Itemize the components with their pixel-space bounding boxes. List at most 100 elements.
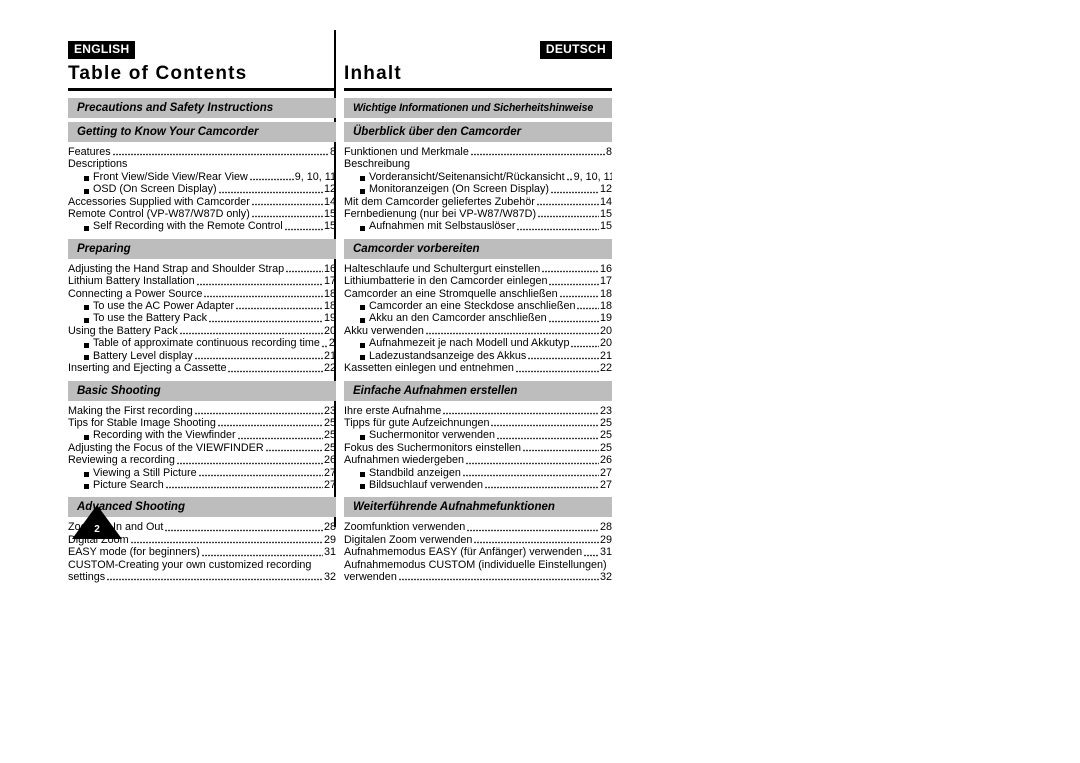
toc-entry[interactable]: Self Recording with the Remote Control 15 [68,220,336,232]
toc-entry[interactable]: Connecting a Power Source 18 [68,288,336,300]
toc-entry[interactable]: To use the AC Power Adapter 18 [68,300,336,312]
toc-entry-page-number: 16 [323,262,336,275]
toc-entry[interactable]: Vorderansicht/Seitenansicht/Rückansicht 9… [344,171,612,183]
dot-leader [107,572,323,582]
dot-leader [538,209,599,219]
toc-entry[interactable]: Funktionen und Merkmale 8 [344,146,612,158]
section-heading: Precautions and Safety Instructions [68,98,336,118]
english-title-rule [68,88,336,91]
square-bullet-icon [84,484,89,490]
german-column: DEUTSCH Inhalt Wichtige Informationen un… [344,40,612,589]
toc-entry[interactable]: Mit dem Camcorder geliefertes Zubehör 14 [344,196,612,208]
toc-entry[interactable]: Ladezustandsanzeige des Akkus 21 [344,350,612,362]
toc-entry-list: Making the First recording 23 Tips for Sta… [68,405,336,492]
toc-entry-label: Descriptions [68,158,128,171]
dot-leader [584,547,599,557]
dot-leader [470,147,605,157]
toc-entry[interactable]: Ihre erste Aufnahme 23 [344,405,612,417]
toc-entry[interactable]: OSD (On Screen Display) 12 [68,183,336,195]
toc-entry[interactable]: Fokus des Suchermonitors einstellen 25 [344,442,612,454]
toc-entry[interactable]: verwenden 32 [344,571,612,583]
toc-entry[interactable]: Descriptions [68,158,336,170]
toc-entry-label: Connecting a Power Source [68,287,203,300]
german-page-title: Inhalt [344,63,402,84]
toc-entry[interactable]: Lithium Battery Installation 17 [68,275,336,287]
dot-leader [491,418,599,428]
toc-entry[interactable]: Recording with the Viewfinder 25 [68,429,336,441]
toc-entry-page-number: 23 [599,404,612,417]
toc-entry[interactable]: Adjusting the Focus of the VIEWFINDER 25 [68,442,336,454]
toc-entry[interactable]: Zoomfunktion verwenden 28 [344,521,612,533]
toc-entry-label: To use the Battery Pack [93,312,208,325]
toc-entry[interactable]: Tipps für gute Aufzeichnungen 25 [344,417,612,429]
toc-entry-label: Kassetten einlegen und entnehmen [344,362,514,375]
toc-entry[interactable]: Akku an den Camcorder anschließen 19 [344,312,612,324]
square-bullet-icon [84,355,89,361]
toc-entry[interactable]: Akku verwenden 20 [344,325,612,337]
toc-entry-label: Camcorder an eine Steckdose anschließen [369,300,576,313]
toc-entry[interactable]: Aufnahmen wiedergeben 26 [344,454,612,466]
toc-entry[interactable]: Reviewing a recording 26 [68,454,336,466]
dot-leader [165,480,323,490]
toc-entry-label: Aufnahmemodus CUSTOM (individuelle Einst… [344,558,607,571]
dot-leader [523,443,599,453]
toc-entry[interactable]: Monitoranzeigen (On Screen Display) 12 [344,183,612,195]
german-language-badge-row: DEUTSCH [344,40,612,59]
dot-leader [237,430,323,440]
toc-entry-page-number: 12 [323,183,336,196]
toc-entry[interactable]: Bildsuchlauf verwenden 27 [344,479,612,491]
toc-entry-label: Tips for Stable Image Shooting [68,416,216,429]
toc-entry[interactable]: Aufnahmen mit Selbstauslöser 15 [344,220,612,232]
toc-entry[interactable]: Viewing a Still Picture 27 [68,467,336,479]
toc-entry-label: To use the AC Power Adapter [93,300,235,313]
toc-entry[interactable]: Standbild anzeigen 27 [344,467,612,479]
toc-entry-page-number: 18 [323,300,336,313]
dot-leader [609,560,612,569]
square-bullet-icon [360,176,365,182]
toc-entry[interactable]: Picture Search 27 [68,479,336,491]
toc-entry[interactable]: Remote Control (VP-W87/W87D only) 15 [68,208,336,220]
toc-entry[interactable]: Tips for Stable Image Shooting 25 [68,417,336,429]
toc-entry-label: CUSTOM-Creating your own customized reco… [68,558,312,571]
toc-entry[interactable]: Features 8 [68,146,336,158]
toc-entry-page-number: 26 [323,454,336,467]
toc-entry[interactable]: Using the Battery Pack 20 [68,325,336,337]
toc-entry[interactable]: CUSTOM-Creating your own customized reco… [68,559,336,571]
toc-entry-page-number: 25 [599,441,612,454]
toc-entry[interactable]: Kassetten einlegen und entnehmen 22 [344,362,612,374]
toc-entry-page-number: 22 [323,362,336,375]
dot-leader [571,338,599,348]
square-bullet-icon [360,305,365,311]
toc-entry[interactable]: Suchermonitor verwenden 25 [344,429,612,441]
square-bullet-icon [84,342,89,348]
toc-entry[interactable]: Fernbedienung (nur bei VP-W87/W87D) 15 [344,208,612,220]
toc-entry[interactable]: Table of approximate continuous recordin… [68,337,336,349]
toc-entry-page-number: 32 [323,570,336,583]
toc-entry[interactable]: Beschreibung [344,158,612,170]
toc-entry[interactable]: Aufnahmemodus EASY (für Anfänger) verwen… [344,546,612,558]
toc-entry[interactable]: Aufnahmezeit je nach Modell und Akkutyp 2… [344,337,612,349]
toc-entry-label: Fokus des Suchermonitors einstellen [344,441,522,454]
toc-entry[interactable]: To use the Battery Pack 19 [68,312,336,324]
toc-entry[interactable]: Battery Level display 21 [68,350,336,362]
toc-entry[interactable]: Adjusting the Hand Strap and Shoulder St… [68,263,336,275]
toc-entry[interactable]: Camcorder an eine Steckdose anschließen 1… [344,300,612,312]
toc-entry[interactable]: Camcorder an eine Stromquelle anschließe… [344,288,612,300]
toc-entry[interactable]: settings 32 [68,571,336,583]
toc-entry[interactable]: Aufnahmemodus CUSTOM (individuelle Einst… [344,559,612,571]
toc-entry[interactable]: Front View/Side View/Rear View 9, 10, 11 [68,171,336,183]
dot-leader [284,221,323,231]
toc-entry[interactable]: EASY mode (for beginners) 31 [68,546,336,558]
toc-entry[interactable]: Inserting and Ejecting a Cassette 22 [68,362,336,374]
toc-entry[interactable]: Making the First recording 23 [68,405,336,417]
toc-entry[interactable]: Accessories Supplied with Camcorder 14 [68,196,336,208]
toc-entry-page-number: 28 [599,521,612,534]
square-bullet-icon [360,471,365,477]
toc-entry-label: Making the First recording [68,404,193,417]
toc-entry[interactable]: Lithiumbatterie in den Camcorder einlege… [344,275,612,287]
toc-entry-page-number: 16 [599,262,612,275]
toc-entry[interactable]: Halteschlaufe und Schultergurt einstelle… [344,263,612,275]
toc-entry-page-number: 27 [323,478,336,491]
dot-leader [176,455,323,465]
toc-entry[interactable]: Digitalen Zoom verwenden 29 [344,534,612,546]
